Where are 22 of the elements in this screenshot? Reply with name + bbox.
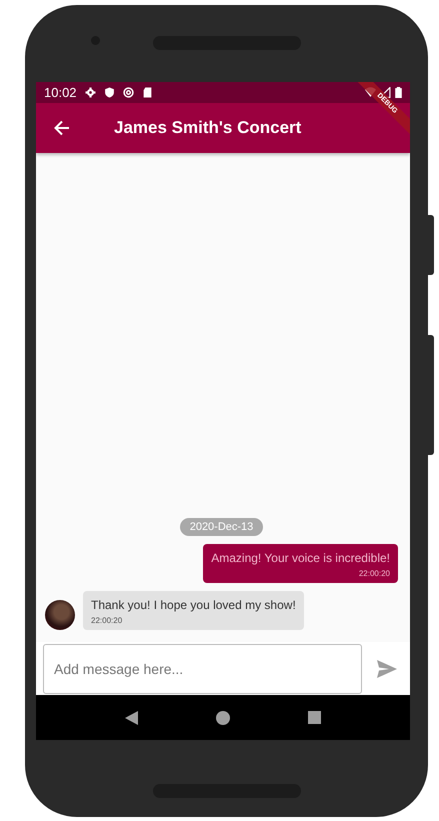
message-text: Amazing! Your voice is incredible!: [211, 551, 390, 565]
back-button[interactable]: [52, 118, 72, 138]
app-bar-title: James Smith's Concert: [114, 118, 302, 138]
gear-icon: [84, 87, 96, 98]
message-text: Thank you! I hope you loved my show!: [91, 598, 296, 612]
message-input-field[interactable]: Add message here...: [43, 644, 362, 694]
send-icon: [376, 658, 398, 678]
triangle-icon: [125, 710, 138, 724]
avatar: [45, 600, 75, 630]
sd-card-icon: [142, 87, 153, 98]
circle-icon: [122, 87, 134, 98]
circle-icon: [216, 710, 230, 724]
message-time: 22:00:20: [358, 569, 390, 578]
square-icon: [308, 711, 321, 724]
message-time: 22:00:20: [91, 616, 122, 625]
status-time: 10:02: [44, 85, 77, 100]
send-button[interactable]: [376, 658, 398, 678]
date-chip: 2020-Dec-13: [180, 518, 264, 536]
back-arrow-icon: [52, 118, 72, 138]
nav-back-button[interactable]: [125, 710, 138, 724]
nav-home-button[interactable]: [216, 710, 230, 724]
shield-icon: [104, 87, 115, 98]
